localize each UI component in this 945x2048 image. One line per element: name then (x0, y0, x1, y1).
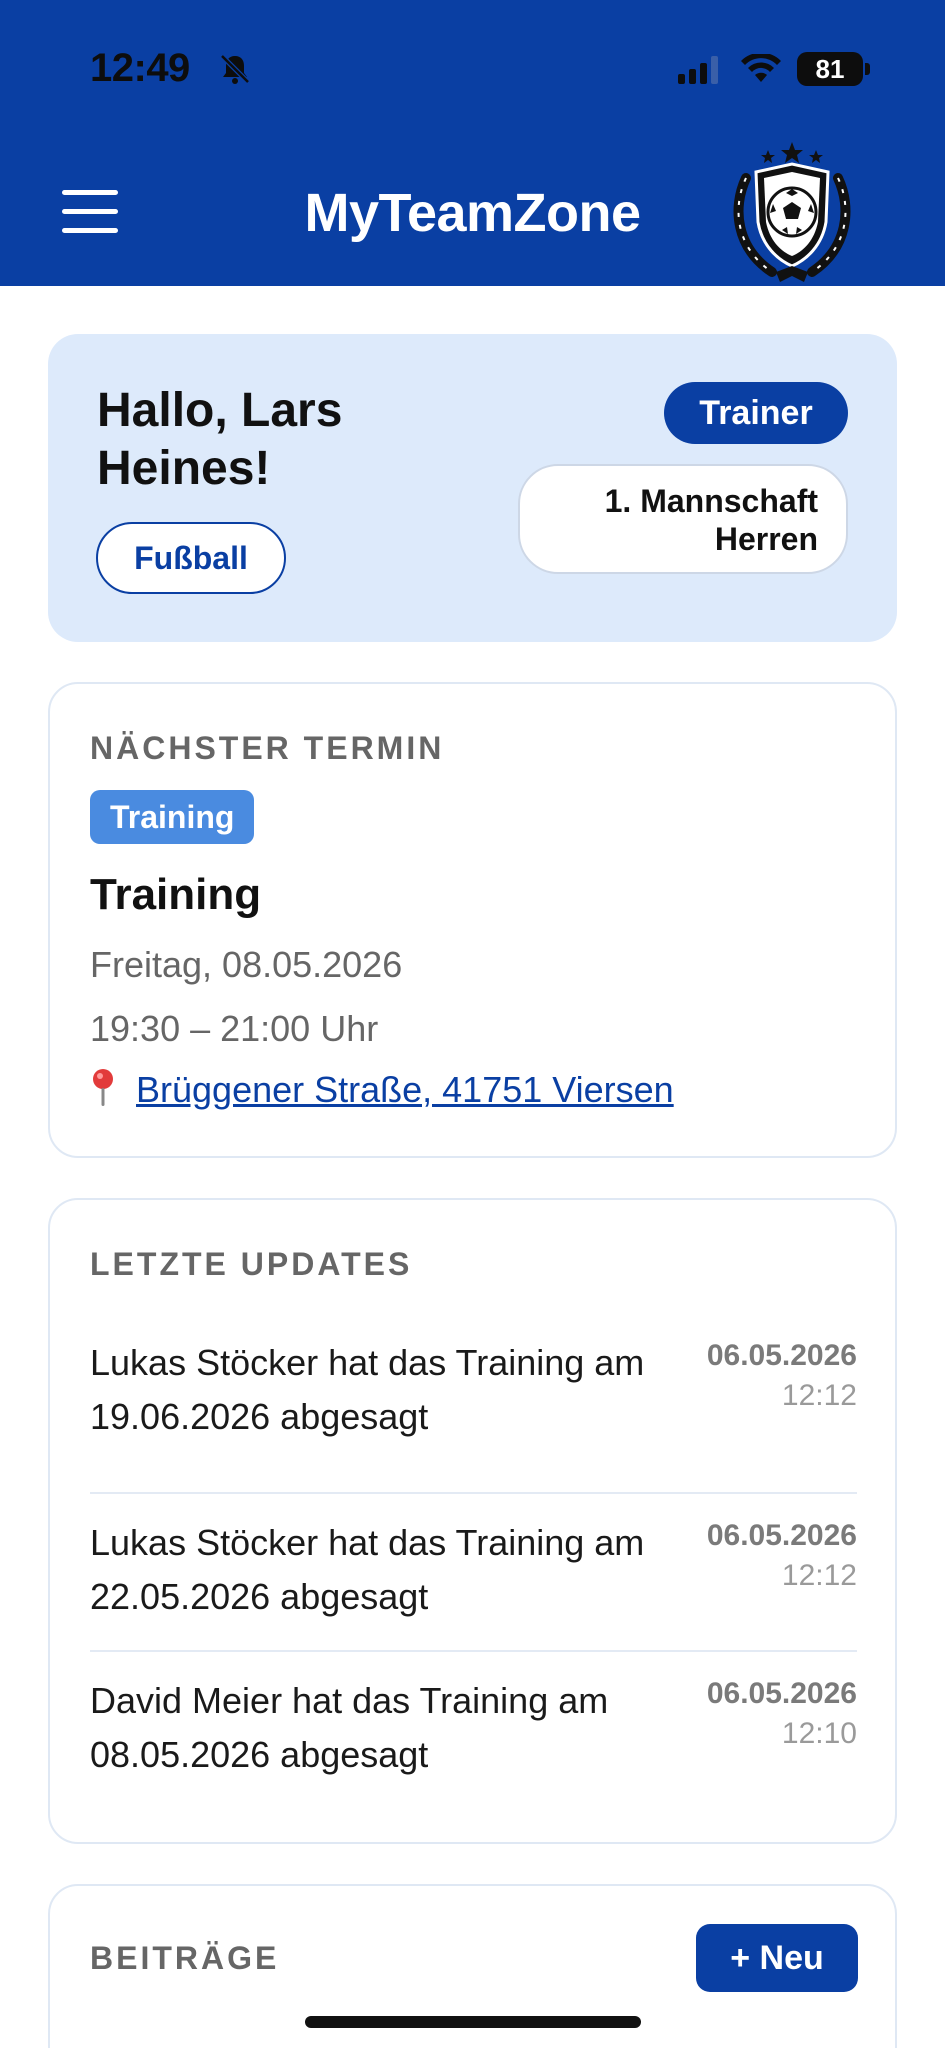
cellular-signal-icon (678, 56, 718, 84)
section-label-updates: LETZTE UPDATES (90, 1246, 413, 1282)
update-text: Lukas Stöcker hat das Training am 19.06.… (90, 1342, 645, 1437)
updates-list: Lukas Stöcker hat das Training am 19.06.… (90, 1336, 857, 1810)
list-item[interactable]: Lukas Stöcker hat das Training am 22.05.… (90, 1494, 857, 1652)
update-date: 06.05.2026 (706, 1339, 857, 1372)
home-indicator[interactable] (305, 2016, 641, 2028)
football-crest-logo[interactable] (722, 138, 862, 286)
list-item[interactable]: David Meier hat das Training am 08.05.20… (90, 1652, 857, 1810)
team-name-line1: 1. Mannschaft (604, 483, 818, 519)
update-text: Lukas Stöcker hat das Training am 22.05.… (90, 1522, 645, 1617)
update-time: 12:12 (781, 1379, 857, 1412)
update-time: 12:12 (781, 1559, 857, 1592)
team-name-line2: Herren (714, 521, 818, 557)
event-title: Training (90, 870, 262, 919)
update-text: David Meier hat das Training am 08.05.20… (90, 1680, 609, 1775)
wifi-icon (741, 54, 781, 82)
next-event-card[interactable]: NÄCHSTER TERMIN Training Training Freita… (48, 682, 897, 1158)
sport-badge[interactable]: Fußball (96, 522, 286, 594)
battery-indicator: 81 (797, 52, 870, 86)
new-post-button[interactable]: + Neu (696, 1924, 858, 1992)
map-pin-icon (93, 1069, 113, 1106)
app-header: 12:49 81 MyTeamZone (0, 0, 945, 286)
status-time: 12:49 (90, 46, 190, 90)
team-badge[interactable]: 1. Mannschaft Herren (518, 464, 848, 574)
greeting-card: Hallo, Lars Heines! Fußball Trainer 1. M… (48, 334, 897, 642)
update-time: 12:10 (781, 1717, 857, 1750)
update-date: 06.05.2026 (706, 1519, 857, 1552)
event-location-link[interactable]: Brüggener Straße, 41751 Viersen (90, 1068, 674, 1111)
status-bar: 12:49 81 (0, 46, 945, 92)
section-label-posts: BEITRÄGE (90, 1940, 280, 1976)
update-date: 06.05.2026 (706, 1677, 857, 1710)
latest-updates-card: LETZTE UPDATES Lukas Stöcker hat das Tra… (48, 1198, 897, 1844)
bell-muted-icon (220, 54, 250, 84)
section-label-next-event: NÄCHSTER TERMIN (90, 730, 445, 766)
event-location-text: Brüggener Straße, 41751 Viersen (136, 1069, 674, 1110)
event-time: 19:30 – 21:00 Uhr (90, 1008, 379, 1049)
event-date: Freitag, 08.05.2026 (90, 944, 403, 985)
greeting-text: Hallo, Lars Heines! (97, 384, 343, 495)
role-badge[interactable]: Trainer (664, 382, 848, 444)
event-type-badge: Training (90, 790, 255, 844)
list-item[interactable]: Lukas Stöcker hat das Training am 19.06.… (90, 1336, 857, 1494)
